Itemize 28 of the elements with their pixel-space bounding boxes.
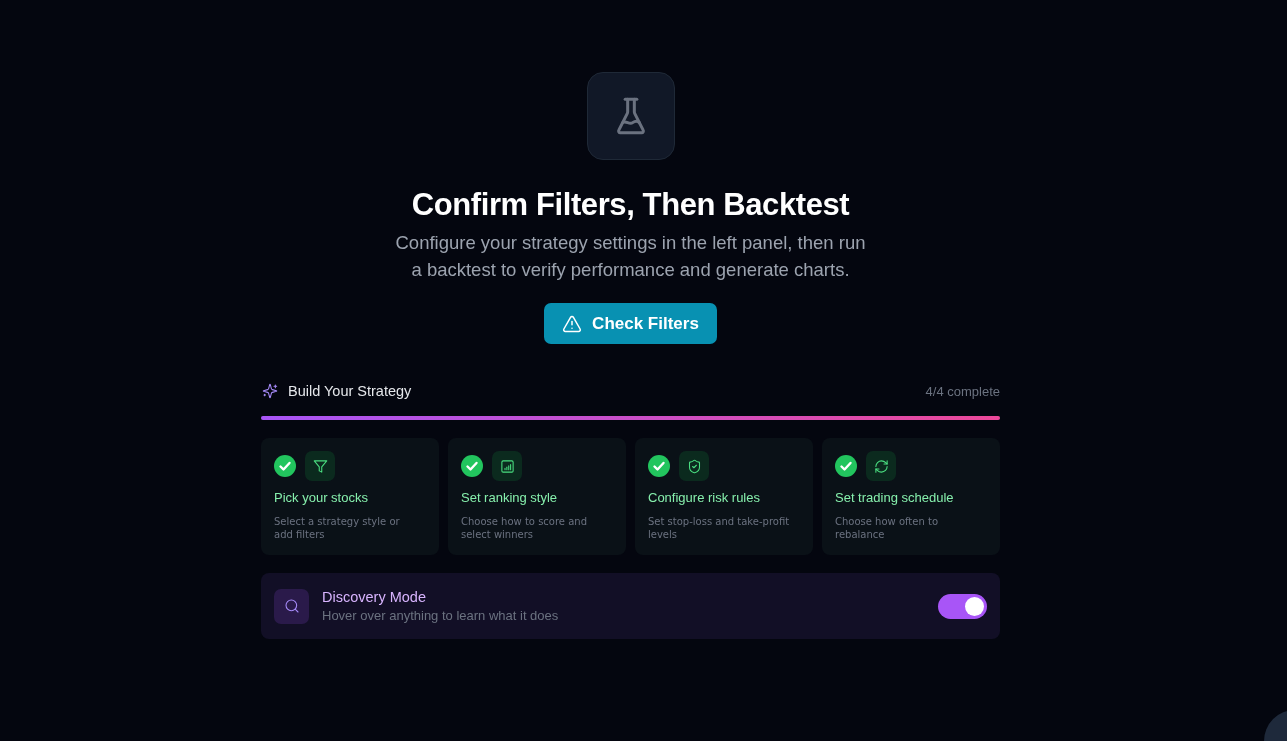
step-description: Set stop-loss and take-profit levels — [648, 515, 791, 541]
section-title: Build Your Strategy — [288, 383, 412, 399]
discovery-description: Hover over anything to learn what it does — [322, 607, 560, 624]
check-filters-button[interactable]: Check Filters — [544, 303, 717, 344]
funnel-icon — [305, 451, 335, 481]
step-title: Set trading schedule — [835, 490, 955, 506]
sparkles-icon — [262, 383, 278, 399]
page-title: Confirm Filters, Then Backtest — [411, 187, 850, 223]
step-card[interactable]: Configure risk rules Set stop-loss and take-profit levels — [635, 438, 813, 555]
step-card[interactable]: Set trading schedule Choose how often to rebalance — [822, 438, 1000, 555]
progress-count: 4/4 complete — [925, 383, 1000, 399]
step-title: Pick your stocks — [274, 490, 369, 506]
page-description: Configure your strategy settings in the left panel, then run a backtest to verify performance and generate charts. — [394, 231, 867, 282]
step-title: Configure risk rules — [648, 490, 761, 506]
step-description: Choose how to score and select winners — [461, 515, 588, 541]
refresh-icon — [866, 451, 896, 481]
warning-icon — [562, 313, 583, 334]
step-title: Set ranking style — [461, 490, 559, 506]
flask-icon — [586, 72, 675, 160]
search-icon — [274, 588, 309, 624]
step-description: Select a strategy style or add filters — [274, 515, 401, 541]
shield-check-icon — [679, 451, 709, 481]
step-card[interactable]: Set ranking style Choose how to score and select winners — [448, 438, 626, 555]
discovery-title: Discovery Mode — [322, 588, 427, 606]
step-description: Choose how often to rebalance — [835, 515, 939, 541]
step-card[interactable]: Pick your stocks Select a strategy style or add filters — [261, 438, 439, 555]
discovery-toggle[interactable] — [938, 593, 987, 619]
bar-chart-icon — [492, 451, 522, 481]
